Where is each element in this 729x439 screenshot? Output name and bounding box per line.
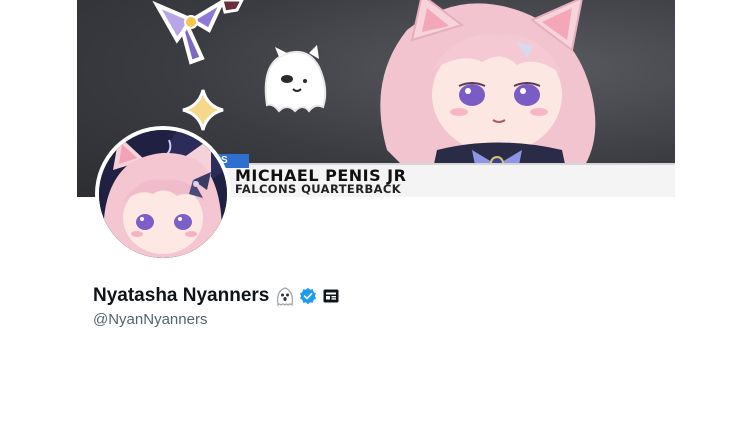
avatar-illustration — [99, 130, 227, 258]
display-name: Nyatasha Nyanners — [93, 285, 270, 306]
ghost-sticker — [264, 45, 327, 113]
profile-handle: @NyanNyanners — [93, 311, 208, 328]
avatar-frame[interactable] — [95, 126, 231, 262]
ghost-emoji-icon — [277, 287, 294, 307]
profile-page: S MICHAEL PENIS JR FALCONS QUARTERBACK N… — [0, 0, 729, 439]
avatar[interactable] — [99, 130, 227, 258]
ribbon-sticker — [152, 0, 244, 65]
verified-badge-icon[interactable] — [299, 287, 317, 305]
affiliate-badge-icon[interactable] — [323, 289, 339, 303]
news-subline: FALCONS QUARTERBACK — [235, 182, 402, 196]
profile-name-row: Nyatasha Nyanners — [93, 283, 339, 309]
sparkle-sticker — [182, 89, 224, 131]
